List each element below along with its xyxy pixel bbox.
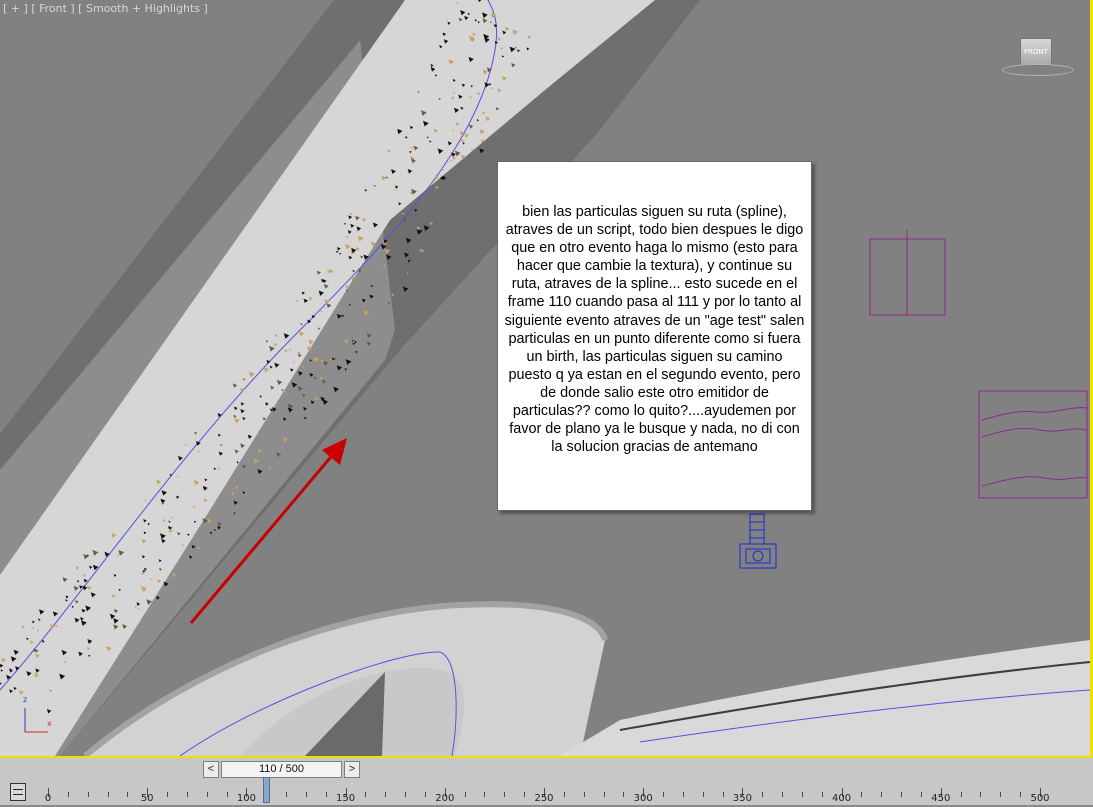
- ruler-tick: [167, 792, 169, 797]
- time-slider[interactable]: < 110 / 500 >: [203, 761, 360, 778]
- ruler-tick-label: 200: [435, 793, 455, 804]
- ruler-tick: [206, 792, 208, 797]
- ruler-tick: [980, 792, 982, 797]
- ruler-tick-label: 500: [1030, 793, 1050, 804]
- front-viewport[interactable]: [ + ] [ Front ] [ Smooth + Highlights ] …: [0, 0, 1093, 756]
- ruler-tick: [563, 792, 565, 797]
- gizmo-box-lower[interactable]: [978, 390, 1088, 499]
- ruler-tick: [682, 792, 684, 797]
- emitter-object[interactable]: [739, 513, 777, 569]
- ruler-tick: [305, 792, 307, 797]
- viewcube-ring[interactable]: [1002, 64, 1074, 76]
- ruler-tick: [524, 792, 526, 797]
- ruler-tick: [583, 792, 585, 797]
- ruler-tick: [405, 792, 407, 797]
- frame-display[interactable]: 110 / 500: [221, 761, 342, 778]
- axis-label-x: x: [47, 719, 52, 728]
- ruler-tick: [782, 792, 784, 797]
- gizmo-box-upper[interactable]: [869, 230, 946, 316]
- ruler-tick: [286, 792, 288, 797]
- ruler-tick-label: 450: [931, 793, 951, 804]
- time-slider-bar[interactable]: < 110 / 500 > 0 50 100 150 200 250 300 350 400 45…: [0, 756, 1093, 805]
- ruler-tick: [464, 792, 466, 797]
- frame-ruler[interactable]: 0 50 100 150 200 250 300 350 400 450 500: [0, 778, 1093, 807]
- next-frame-button[interactable]: >: [344, 761, 360, 778]
- ruler-tick: [385, 792, 387, 797]
- current-frame-marker[interactable]: [263, 777, 271, 803]
- ruler-tick-label: 50: [140, 793, 154, 804]
- ruler-tick-label: 250: [534, 793, 554, 804]
- ruler-tick: [861, 792, 863, 797]
- ruler-tick: [1020, 792, 1022, 797]
- ruler-tick: [801, 792, 803, 797]
- ruler-tick-label: 100: [236, 793, 256, 804]
- ruler-tick: [702, 792, 704, 797]
- ruler-tick: [325, 792, 327, 797]
- ruler-tick: [127, 792, 129, 797]
- road-right: [560, 640, 1090, 756]
- ruler-tick: [881, 792, 883, 797]
- viewcube-face-label: FRONT: [1024, 48, 1048, 56]
- ruler-tick-label: 0: [44, 793, 52, 804]
- ruler-tick: [87, 792, 89, 797]
- ruler-tick: [901, 792, 903, 797]
- ruler-tick: [484, 792, 486, 797]
- ruler-tick: [1000, 792, 1002, 797]
- ruler-tick-label: 150: [336, 793, 356, 804]
- axis-label-z: z: [23, 695, 28, 704]
- ruler-tick: [186, 792, 188, 797]
- ruler-tick-label: 350: [732, 793, 752, 804]
- ruler-tick: [920, 792, 922, 797]
- ruler-tick: [603, 792, 605, 797]
- ruler-tick-label: 400: [832, 793, 852, 804]
- ruler-tick: [504, 792, 506, 797]
- ruler-tick: [226, 792, 228, 797]
- ruler-tick: [821, 792, 823, 797]
- ruler-tick: [960, 792, 962, 797]
- ruler-tick: [722, 792, 724, 797]
- ruler-tick: [424, 792, 426, 797]
- ruler-tick: [762, 792, 764, 797]
- ruler-tick: [107, 792, 109, 797]
- ruler-tick: [623, 792, 625, 797]
- ruler-tick: [663, 792, 665, 797]
- previous-frame-button[interactable]: <: [203, 761, 219, 778]
- viewcube[interactable]: FRONT: [1020, 38, 1052, 66]
- ruler-tick: [365, 792, 367, 797]
- viewport-label[interactable]: [ + ] [ Front ] [ Smooth + Highlights ]: [3, 2, 208, 15]
- ruler-tick-label: 300: [633, 793, 653, 804]
- question-text: bien las particulas siguen su ruta (spli…: [504, 204, 805, 456]
- question-note: bien las particulas siguen su ruta (spli…: [497, 161, 812, 511]
- ruler-tick: [67, 792, 69, 797]
